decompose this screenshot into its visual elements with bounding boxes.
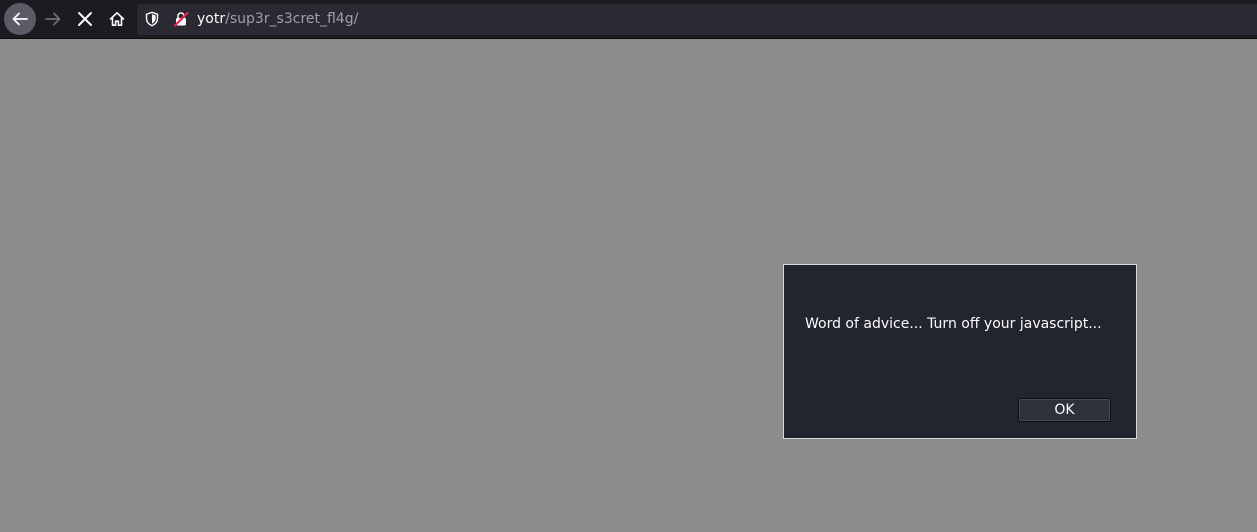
arrow-right-icon xyxy=(45,12,61,26)
url-path: /sup3r_s3cret_fl4g/ xyxy=(225,11,359,27)
forward-button[interactable] xyxy=(37,4,69,34)
ok-button[interactable]: OK xyxy=(1018,398,1111,422)
browser-toolbar: yotr/sup3r_s3cret_fl4g/ xyxy=(0,0,1257,39)
insecure-lock-icon[interactable] xyxy=(173,11,189,27)
home-button[interactable] xyxy=(101,4,133,34)
close-icon xyxy=(78,12,92,26)
dialog-message: Word of advice... Turn off your javascri… xyxy=(805,316,1102,332)
stop-button[interactable] xyxy=(69,4,101,34)
home-icon xyxy=(109,12,125,26)
arrow-left-icon xyxy=(12,12,28,26)
shield-icon[interactable] xyxy=(144,11,160,27)
alert-dialog: Word of advice... Turn off your javascri… xyxy=(783,264,1137,439)
address-bar[interactable]: yotr/sup3r_s3cret_fl4g/ xyxy=(137,4,1257,35)
back-button[interactable] xyxy=(4,3,36,35)
url-host: yotr xyxy=(197,11,226,27)
url-text[interactable]: yotr/sup3r_s3cret_fl4g/ xyxy=(197,11,358,28)
